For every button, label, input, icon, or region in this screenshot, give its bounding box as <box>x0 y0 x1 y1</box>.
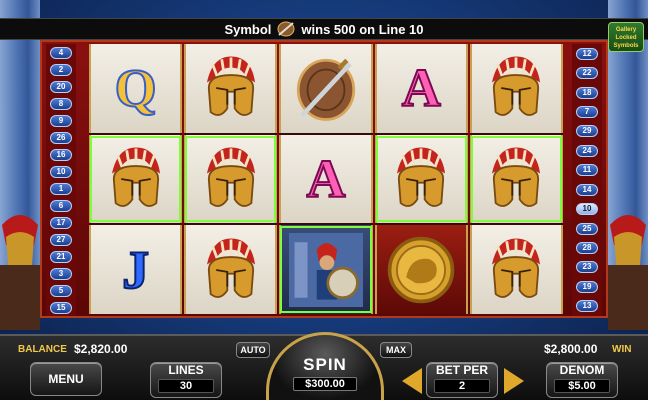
right-payline-number[interactable]: 19 <box>576 281 598 293</box>
reel-2 <box>184 44 278 315</box>
bet-increase-arrow-icon[interactable] <box>504 368 524 394</box>
shield-symbol-icon <box>277 21 295 37</box>
right-payline-numbers: 12 22 18 7 29 24 11 14 10 25 28 23 19 13 <box>572 44 602 316</box>
left-payline-number[interactable]: 4 <box>50 47 72 59</box>
menu-button[interactable]: MENU <box>30 362 102 396</box>
bet-decrease-arrow-icon[interactable] <box>402 368 422 394</box>
reels-area: QJAA <box>89 44 564 315</box>
reel-5 <box>469 44 564 315</box>
left-payline-number[interactable]: 27 <box>50 234 72 246</box>
menu-label: MENU <box>48 372 84 386</box>
message-prefix: Symbol <box>224 21 272 37</box>
reel-cell: A <box>374 44 468 133</box>
win-message-bar: Symbol wins 500 on Line 10 <box>0 18 648 40</box>
left-payline-number[interactable]: 20 <box>50 81 72 93</box>
total-bet-value: $300.00 <box>293 377 357 391</box>
spartan-helmet-symbol-icon <box>184 134 278 224</box>
left-payline-number[interactable]: 17 <box>50 217 72 229</box>
logo-line-1: Gallery <box>615 27 637 33</box>
right-payline-number[interactable]: 12 <box>576 48 598 60</box>
right-payline-number[interactable]: 13 <box>576 300 598 312</box>
right-payline-number[interactable]: 23 <box>576 261 598 273</box>
shield-sword-symbol-icon <box>279 44 373 133</box>
logo-line-2: Locked <box>615 35 637 41</box>
bet-per-value: 2 <box>434 379 490 393</box>
right-payline-number[interactable]: 24 <box>576 145 598 157</box>
bet-per-button[interactable]: BET PER 2 <box>426 362 498 398</box>
right-payline-number[interactable]: 28 <box>576 242 598 254</box>
right-payline-number[interactable]: 14 <box>576 184 598 196</box>
left-payline-number[interactable]: 21 <box>50 251 72 263</box>
balance-label: BALANCE <box>18 344 67 355</box>
spin-label: SPIN <box>303 355 347 374</box>
left-payline-number[interactable]: 5 <box>50 285 72 297</box>
spartan-helmet-symbol-icon <box>469 225 564 315</box>
lines-button[interactable]: LINES 30 <box>150 362 222 398</box>
left-payline-number[interactable]: 15 <box>50 302 72 314</box>
reel-3: A <box>279 44 373 315</box>
right-payline-number[interactable]: 11 <box>576 164 598 176</box>
right-payline-number[interactable]: 7 <box>576 106 598 118</box>
right-payline-number[interactable]: 29 <box>576 125 598 137</box>
bet-per-label: BET PER <box>435 363 488 377</box>
denom-button[interactable]: DENOM $5.00 <box>546 362 618 398</box>
win-value: $2,800.00 <box>544 342 598 356</box>
reel-4: A <box>374 44 468 315</box>
letter-q-symbol: Q <box>114 58 158 119</box>
letter-j-symbol: J <box>121 239 150 300</box>
message-suffix: wins 500 on Line 10 <box>301 21 424 37</box>
left-payline-number[interactable]: 16 <box>50 149 72 161</box>
right-payline-number[interactable]: 10 <box>576 203 598 215</box>
win-label: WIN <box>612 344 632 355</box>
gold-coin-symbol-icon <box>374 225 468 315</box>
spartan-helmet-symbol-icon <box>184 225 278 315</box>
letter-a-symbol: A <box>306 149 347 209</box>
logo-line-3: Symbols <box>613 43 639 49</box>
spartan-helmet-symbol-icon <box>89 134 183 224</box>
left-payline-number[interactable]: 3 <box>50 268 72 280</box>
reel-cell: Q <box>89 44 183 133</box>
left-payline-numbers: 4 2 20 8 9 26 16 10 1 6 17 27 21 3 5 15 <box>46 44 76 316</box>
auto-button[interactable]: AUTO <box>236 342 270 358</box>
spartan-helmet-symbol-icon <box>469 44 564 133</box>
right-payline-number[interactable]: 22 <box>576 67 598 79</box>
spartan-warrior-symbol-icon <box>279 225 373 315</box>
lines-label: LINES <box>168 363 204 377</box>
balance-value: $2,820.00 <box>74 342 128 356</box>
left-payline-number[interactable]: 2 <box>50 64 72 76</box>
game-stage: Symbol wins 500 on Line 10 Gallery Locke… <box>0 0 648 400</box>
reel-cell: J <box>89 225 183 315</box>
max-button[interactable]: MAX <box>380 342 412 358</box>
letter-a-symbol: A <box>401 58 442 119</box>
spartan-helmet-symbol-icon <box>469 134 564 224</box>
lines-value: 30 <box>158 379 214 393</box>
left-payline-number[interactable]: 10 <box>50 166 72 178</box>
locked-symbols-logo: Gallery Locked Symbols <box>608 22 644 52</box>
left-payline-number[interactable]: 1 <box>50 183 72 195</box>
reel-1: QJ <box>89 44 183 315</box>
spartan-helmet-symbol-icon <box>374 134 468 224</box>
right-payline-number[interactable]: 18 <box>576 87 598 99</box>
denom-label: DENOM <box>559 363 605 377</box>
denom-value: $5.00 <box>554 379 610 393</box>
right-spartan-statue-icon <box>608 215 648 330</box>
left-payline-number[interactable]: 8 <box>50 98 72 110</box>
left-payline-number[interactable]: 26 <box>50 132 72 144</box>
left-payline-number[interactable]: 9 <box>50 115 72 127</box>
right-payline-number[interactable]: 25 <box>576 223 598 235</box>
spartan-helmet-symbol-icon <box>184 44 278 133</box>
left-payline-number[interactable]: 6 <box>50 200 72 212</box>
reel-frame: 4 2 20 8 9 26 16 10 1 6 17 27 21 3 5 15 12 22 18 7 29 24 11 14… <box>40 40 608 318</box>
reel-cell: A <box>279 134 373 224</box>
